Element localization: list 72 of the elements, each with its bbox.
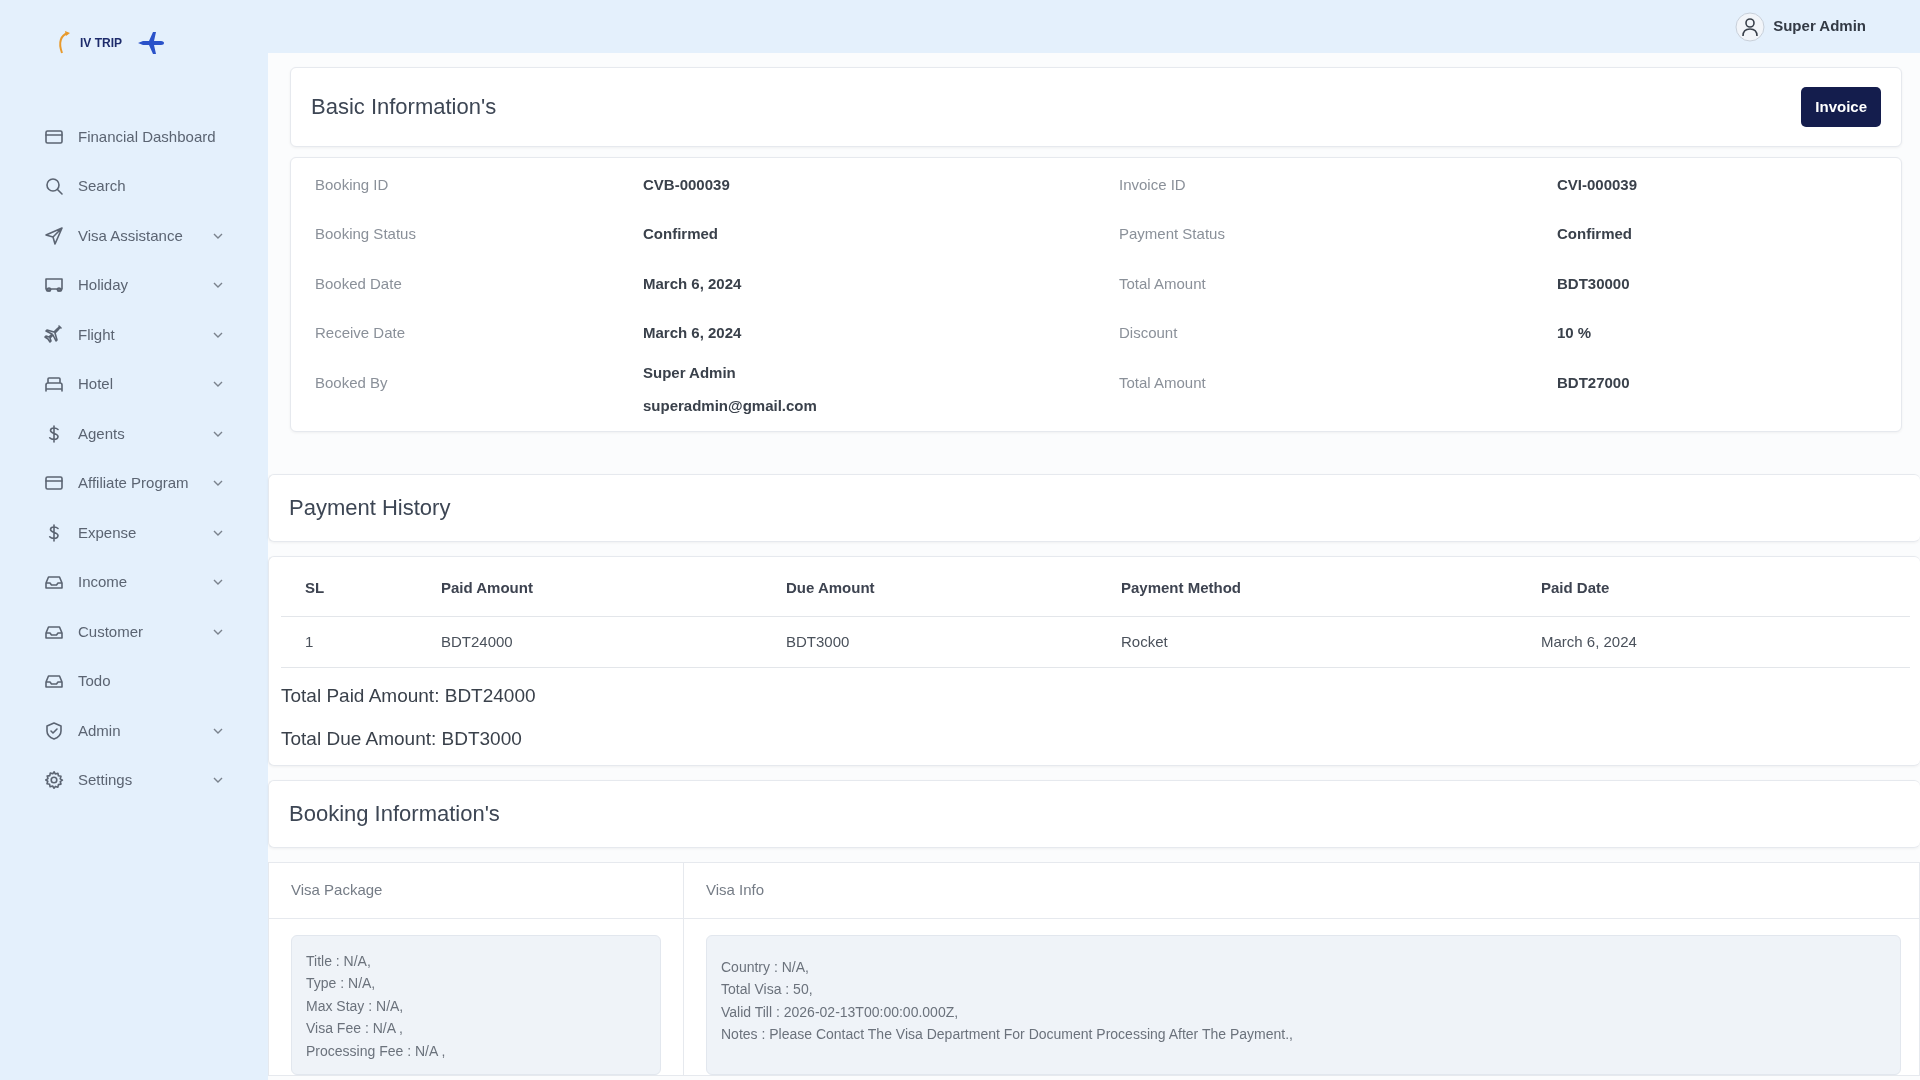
sidebar-item[interactable]: Hotel [44,359,224,409]
sidebar-item[interactable]: Customer [44,607,224,657]
section-title: Booking Information's [289,800,500,828]
field-value: March 6, 2024 [643,273,743,294]
info-text: Country : N/A, [721,957,810,977]
sidebar-item[interactable]: Holiday [44,260,224,310]
info-text: Notes : Please Contact The Visa Department For Document Processing After The Payment., [721,1025,1294,1044]
bed-icon [44,374,64,395]
sidebar-item[interactable]: Income [44,557,224,607]
sidebar-item[interactable]: Affiliate Program [44,458,224,508]
paper-plane-icon [44,225,64,246]
user-icon[interactable] [1735,11,1766,42]
plane-icon [44,324,64,345]
sidebar-item[interactable]: Financial Dashboard [44,112,224,162]
sidebar-item[interactable]: Admin [44,706,224,756]
section-title: Basic Information's [311,93,497,121]
shield-icon [44,720,64,741]
plane-icon [136,30,166,56]
invoice-button[interactable]: Invoice [1801,86,1881,128]
field-label: Booked By [315,372,389,393]
info-text: Total Visa : 50, [721,980,814,999]
table-cell: BDT24000 [441,616,786,668]
field-value: March 6, 2024 [643,323,743,343]
field-value: Confirmed [1557,224,1633,244]
field-label: Total Amount [1119,372,1207,393]
column-header: Paid Amount [441,557,786,616]
info-text: Visa Fee : N/A , [306,1019,404,1038]
info-text: Type : N/A, [306,974,377,993]
sidebar-item[interactable]: Flight [44,310,224,360]
column-header: Visa Package [269,863,683,919]
field-value: Super Admin [643,363,737,383]
field-label: Booking Status [315,224,417,244]
sidebar-item[interactable]: Todo [44,656,224,706]
field-value: 10 % [1557,323,1593,343]
column-header: Due Amount [786,557,1121,616]
field-value: CVI-000039 [1557,174,1639,195]
field-value: superadmin@gmail.com [643,395,818,416]
info-text: Valid Till : 2026-02-13T00:00:00.000Z, [721,1002,960,1022]
field-value: BDT27000 [1557,372,1631,393]
column-header: Paid Date [1541,557,1910,616]
field-value: BDT30000 [1557,273,1631,294]
column-header: SL [281,557,441,616]
sidebar-item[interactable]: Expense [44,508,224,558]
sidebar-item[interactable]: Search [44,161,224,211]
info-text: Processing Fee : N/A , [306,1041,447,1061]
info-text: Max Stay : N/A, [306,996,405,1016]
table-cell: 1 [281,616,441,668]
table-cell: March 6, 2024 [1541,616,1910,668]
sidebar-item[interactable]: Agents [44,409,224,459]
total-text: Total Due Amount: BDT3000 [281,726,523,751]
field-label: Payment Status [1119,224,1226,244]
search-icon [44,176,64,197]
section-title: Payment History [289,494,451,522]
field-label: Invoice ID [1119,174,1187,195]
field-value: CVB-000039 [643,174,731,195]
field-label: Total Amount [1119,273,1207,294]
gear-icon [44,770,64,791]
column-header: Payment Method [1121,557,1541,616]
column-header: Visa Info [684,863,1919,919]
logo[interactable]: IV TRIP [56,30,122,56]
field-value: Confirmed [643,224,719,244]
sidebar-item[interactable]: Visa Assistance [44,211,224,261]
user-name[interactable]: Super Admin [1773,15,1866,38]
sidebar-item[interactable]: Settings [44,755,224,805]
info-text: Title : N/A, [306,951,372,971]
table-cell: BDT3000 [786,616,1121,668]
table-cell: Rocket [1121,616,1541,668]
total-text: Total Paid Amount: BDT24000 [281,684,537,708]
field-label: Booked Date [315,273,403,294]
field-label: Booking ID [315,174,390,195]
field-label: Receive Date [315,323,407,343]
field-label: Discount [1119,323,1179,343]
